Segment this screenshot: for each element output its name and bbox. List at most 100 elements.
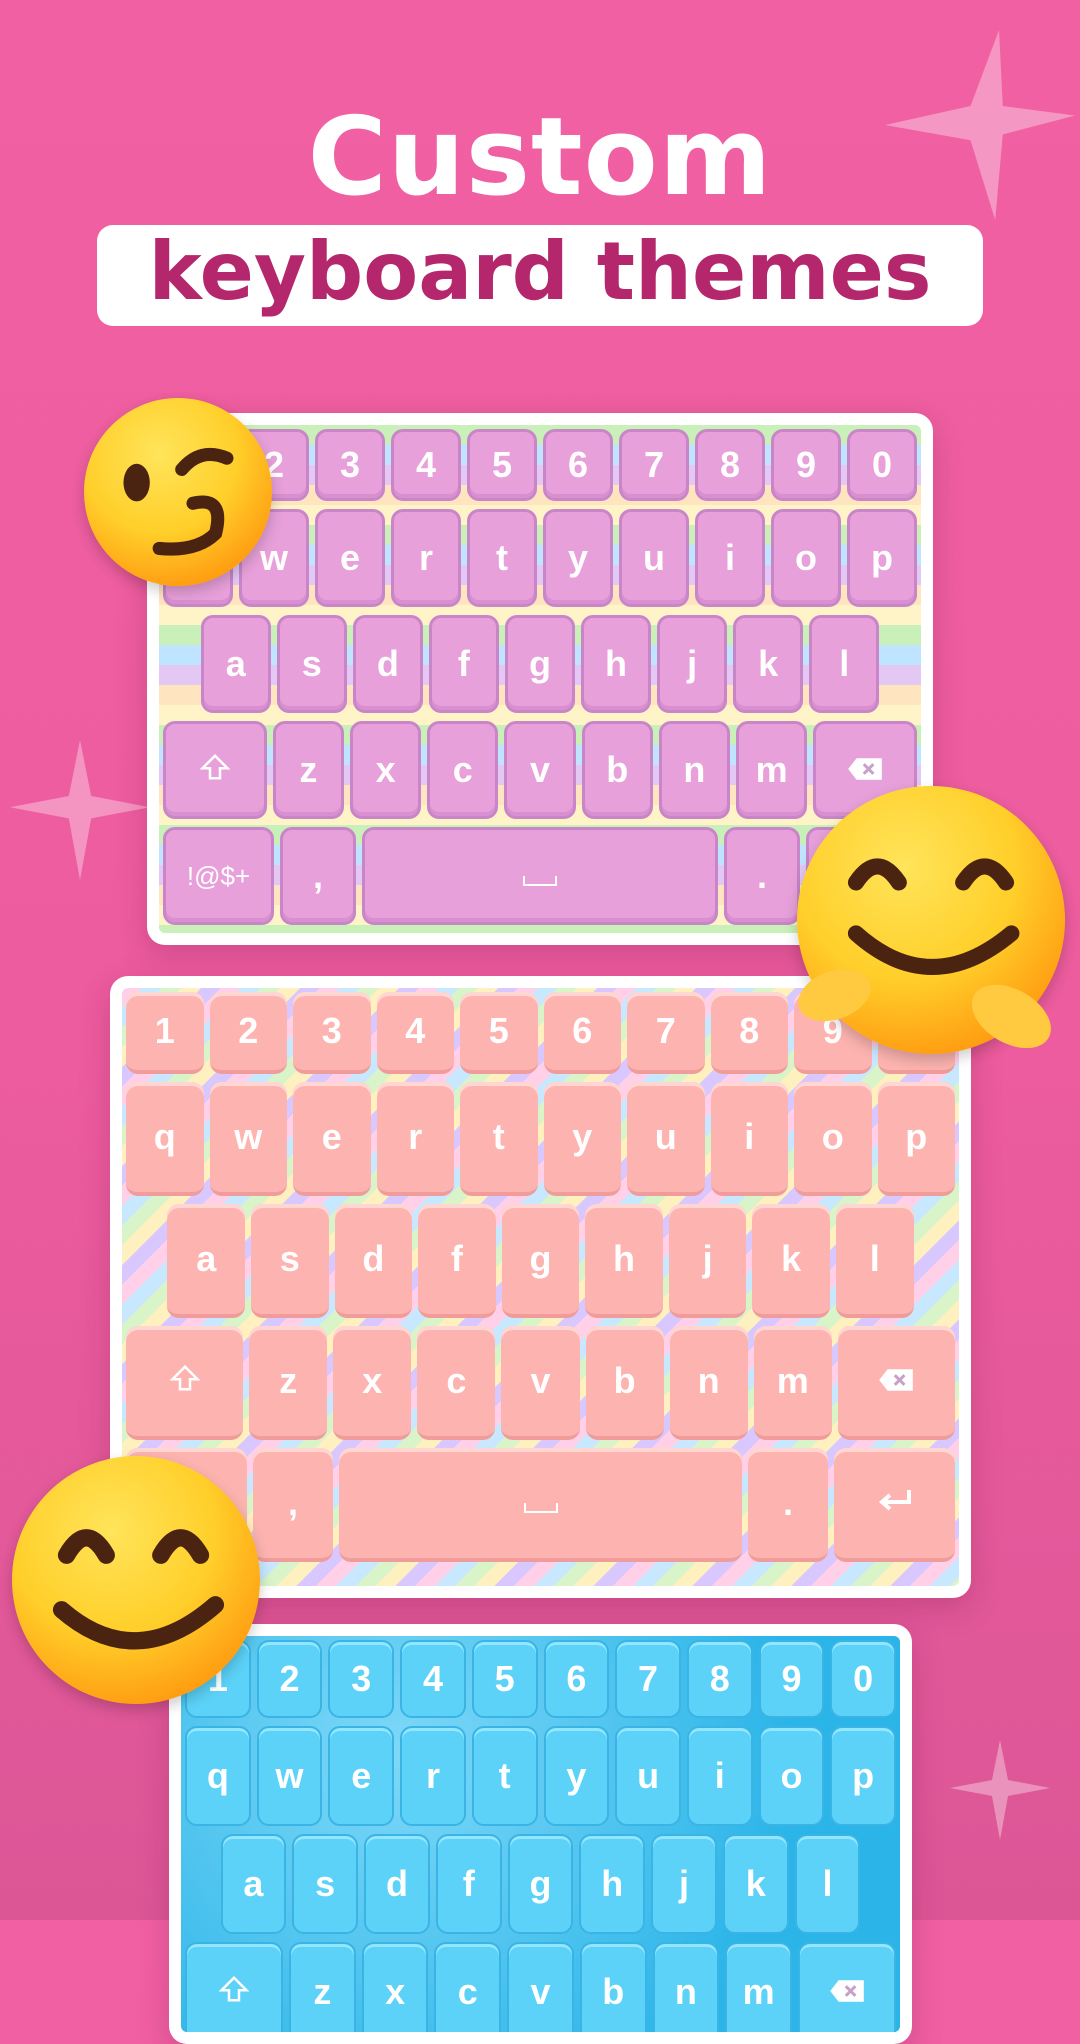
key-8[interactable]: 8 bbox=[695, 429, 765, 501]
key-1[interactable]: 1 bbox=[126, 992, 204, 1074]
key-s[interactable]: s bbox=[292, 1834, 359, 1934]
key-y[interactable]: y bbox=[543, 509, 613, 607]
key-t[interactable]: t bbox=[471, 1726, 538, 1826]
key-e[interactable]: e bbox=[293, 1082, 371, 1196]
key-u[interactable]: u bbox=[619, 509, 689, 607]
key-q[interactable]: q bbox=[185, 1726, 251, 1826]
key-o[interactable]: o bbox=[794, 1082, 872, 1196]
key-a[interactable]: a bbox=[200, 615, 271, 713]
key-n[interactable]: n bbox=[658, 721, 731, 819]
key-g[interactable]: g bbox=[501, 1204, 580, 1318]
key-c[interactable]: c bbox=[427, 721, 499, 819]
key-r[interactable]: r bbox=[391, 509, 461, 607]
key-3[interactable]: 3 bbox=[328, 1640, 395, 1718]
key-k[interactable]: k bbox=[752, 1204, 830, 1318]
key-u[interactable]: u bbox=[627, 1082, 705, 1196]
key-o[interactable]: o bbox=[758, 1726, 825, 1826]
key-x[interactable]: x bbox=[361, 1942, 429, 2032]
key-k[interactable]: k bbox=[733, 615, 804, 713]
key-c[interactable]: c bbox=[417, 1326, 496, 1440]
key-d[interactable]: d bbox=[334, 1204, 413, 1318]
shift-key[interactable] bbox=[185, 1942, 284, 2032]
key-o[interactable]: o bbox=[771, 509, 841, 607]
key-6[interactable]: 6 bbox=[543, 1640, 610, 1718]
key-w[interactable]: w bbox=[209, 1082, 287, 1196]
key-d[interactable]: d bbox=[352, 615, 423, 713]
key-u[interactable]: u bbox=[615, 1726, 681, 1826]
key-2[interactable]: 2 bbox=[256, 1640, 323, 1718]
key-v[interactable]: v bbox=[501, 1326, 580, 1440]
key-3[interactable]: 3 bbox=[315, 429, 385, 501]
key-p[interactable]: p bbox=[877, 1082, 955, 1196]
space-key[interactable] bbox=[339, 1448, 742, 1562]
key-w[interactable]: w bbox=[256, 1726, 323, 1826]
key-5[interactable]: 5 bbox=[467, 429, 537, 501]
enter-key[interactable] bbox=[834, 1448, 955, 1562]
key-0[interactable]: 0 bbox=[847, 429, 917, 501]
key-,[interactable]: , bbox=[280, 827, 356, 925]
key-,[interactable]: , bbox=[252, 1448, 334, 1562]
key-v[interactable]: v bbox=[504, 721, 576, 819]
key-f[interactable]: f bbox=[418, 1204, 496, 1318]
key-r[interactable]: r bbox=[400, 1726, 466, 1826]
key-q[interactable]: q bbox=[126, 1082, 204, 1196]
key-4[interactable]: 4 bbox=[400, 1640, 466, 1718]
key-e[interactable]: e bbox=[328, 1726, 395, 1826]
backspace-key[interactable] bbox=[797, 1942, 897, 2032]
key-z[interactable]: z bbox=[249, 1326, 328, 1440]
key-b[interactable]: b bbox=[581, 721, 653, 819]
key-a[interactable]: a bbox=[167, 1204, 245, 1318]
key-m[interactable]: m bbox=[725, 1942, 792, 2032]
shift-key[interactable] bbox=[163, 721, 267, 819]
key-y[interactable]: y bbox=[543, 1726, 610, 1826]
key-5[interactable]: 5 bbox=[460, 992, 538, 1074]
key-a[interactable]: a bbox=[220, 1834, 287, 1934]
key-i[interactable]: i bbox=[695, 509, 765, 607]
key-7[interactable]: 7 bbox=[627, 992, 705, 1074]
key-i[interactable]: i bbox=[686, 1726, 753, 1826]
key-h[interactable]: h bbox=[581, 615, 652, 713]
key-7[interactable]: 7 bbox=[615, 1640, 681, 1718]
key-7[interactable]: 7 bbox=[619, 429, 689, 501]
key-k[interactable]: k bbox=[722, 1834, 789, 1934]
key-g[interactable]: g bbox=[504, 615, 575, 713]
key-6[interactable]: 6 bbox=[543, 992, 621, 1074]
key-0[interactable]: 0 bbox=[830, 1640, 897, 1718]
key-z[interactable]: z bbox=[289, 1942, 356, 2032]
keyboard-theme-preview-3[interactable]: 1234567890qwertyuiopasdfghjklzxcvbnm bbox=[169, 1624, 912, 2044]
key-9[interactable]: 9 bbox=[771, 429, 841, 501]
key-p[interactable]: p bbox=[830, 1726, 897, 1826]
key-z[interactable]: z bbox=[272, 721, 344, 819]
key-j[interactable]: j bbox=[668, 1204, 747, 1318]
key-m[interactable]: m bbox=[753, 1326, 832, 1440]
key-d[interactable]: d bbox=[364, 1834, 430, 1934]
key-2[interactable]: 2 bbox=[209, 992, 287, 1074]
key-t[interactable]: t bbox=[460, 1082, 538, 1196]
space-key[interactable] bbox=[362, 827, 718, 925]
key-f[interactable]: f bbox=[435, 1834, 502, 1934]
key-t[interactable]: t bbox=[467, 509, 537, 607]
key-l[interactable]: l bbox=[794, 1834, 861, 1934]
key-5[interactable]: 5 bbox=[471, 1640, 538, 1718]
key-3[interactable]: 3 bbox=[293, 992, 371, 1074]
key-s[interactable]: s bbox=[251, 1204, 329, 1318]
key-x[interactable]: x bbox=[333, 1326, 412, 1440]
key-x[interactable]: x bbox=[350, 721, 422, 819]
key-g[interactable]: g bbox=[507, 1834, 574, 1934]
key-f[interactable]: f bbox=[428, 615, 499, 713]
key-.[interactable]: . bbox=[724, 827, 800, 925]
key-c[interactable]: c bbox=[434, 1942, 502, 2032]
key-4[interactable]: 4 bbox=[391, 429, 461, 501]
key-n[interactable]: n bbox=[669, 1326, 748, 1440]
key-b[interactable]: b bbox=[579, 1942, 647, 2032]
backspace-key[interactable] bbox=[837, 1326, 955, 1440]
key-!@$+[interactable]: !@$+ bbox=[163, 827, 274, 925]
key-8[interactable]: 8 bbox=[686, 1640, 753, 1718]
key-9[interactable]: 9 bbox=[758, 1640, 825, 1718]
key-v[interactable]: v bbox=[507, 1942, 574, 2032]
key-p[interactable]: p bbox=[847, 509, 917, 607]
key-.[interactable]: . bbox=[747, 1448, 829, 1562]
key-8[interactable]: 8 bbox=[710, 992, 788, 1074]
key-e[interactable]: e bbox=[315, 509, 385, 607]
key-b[interactable]: b bbox=[585, 1326, 664, 1440]
